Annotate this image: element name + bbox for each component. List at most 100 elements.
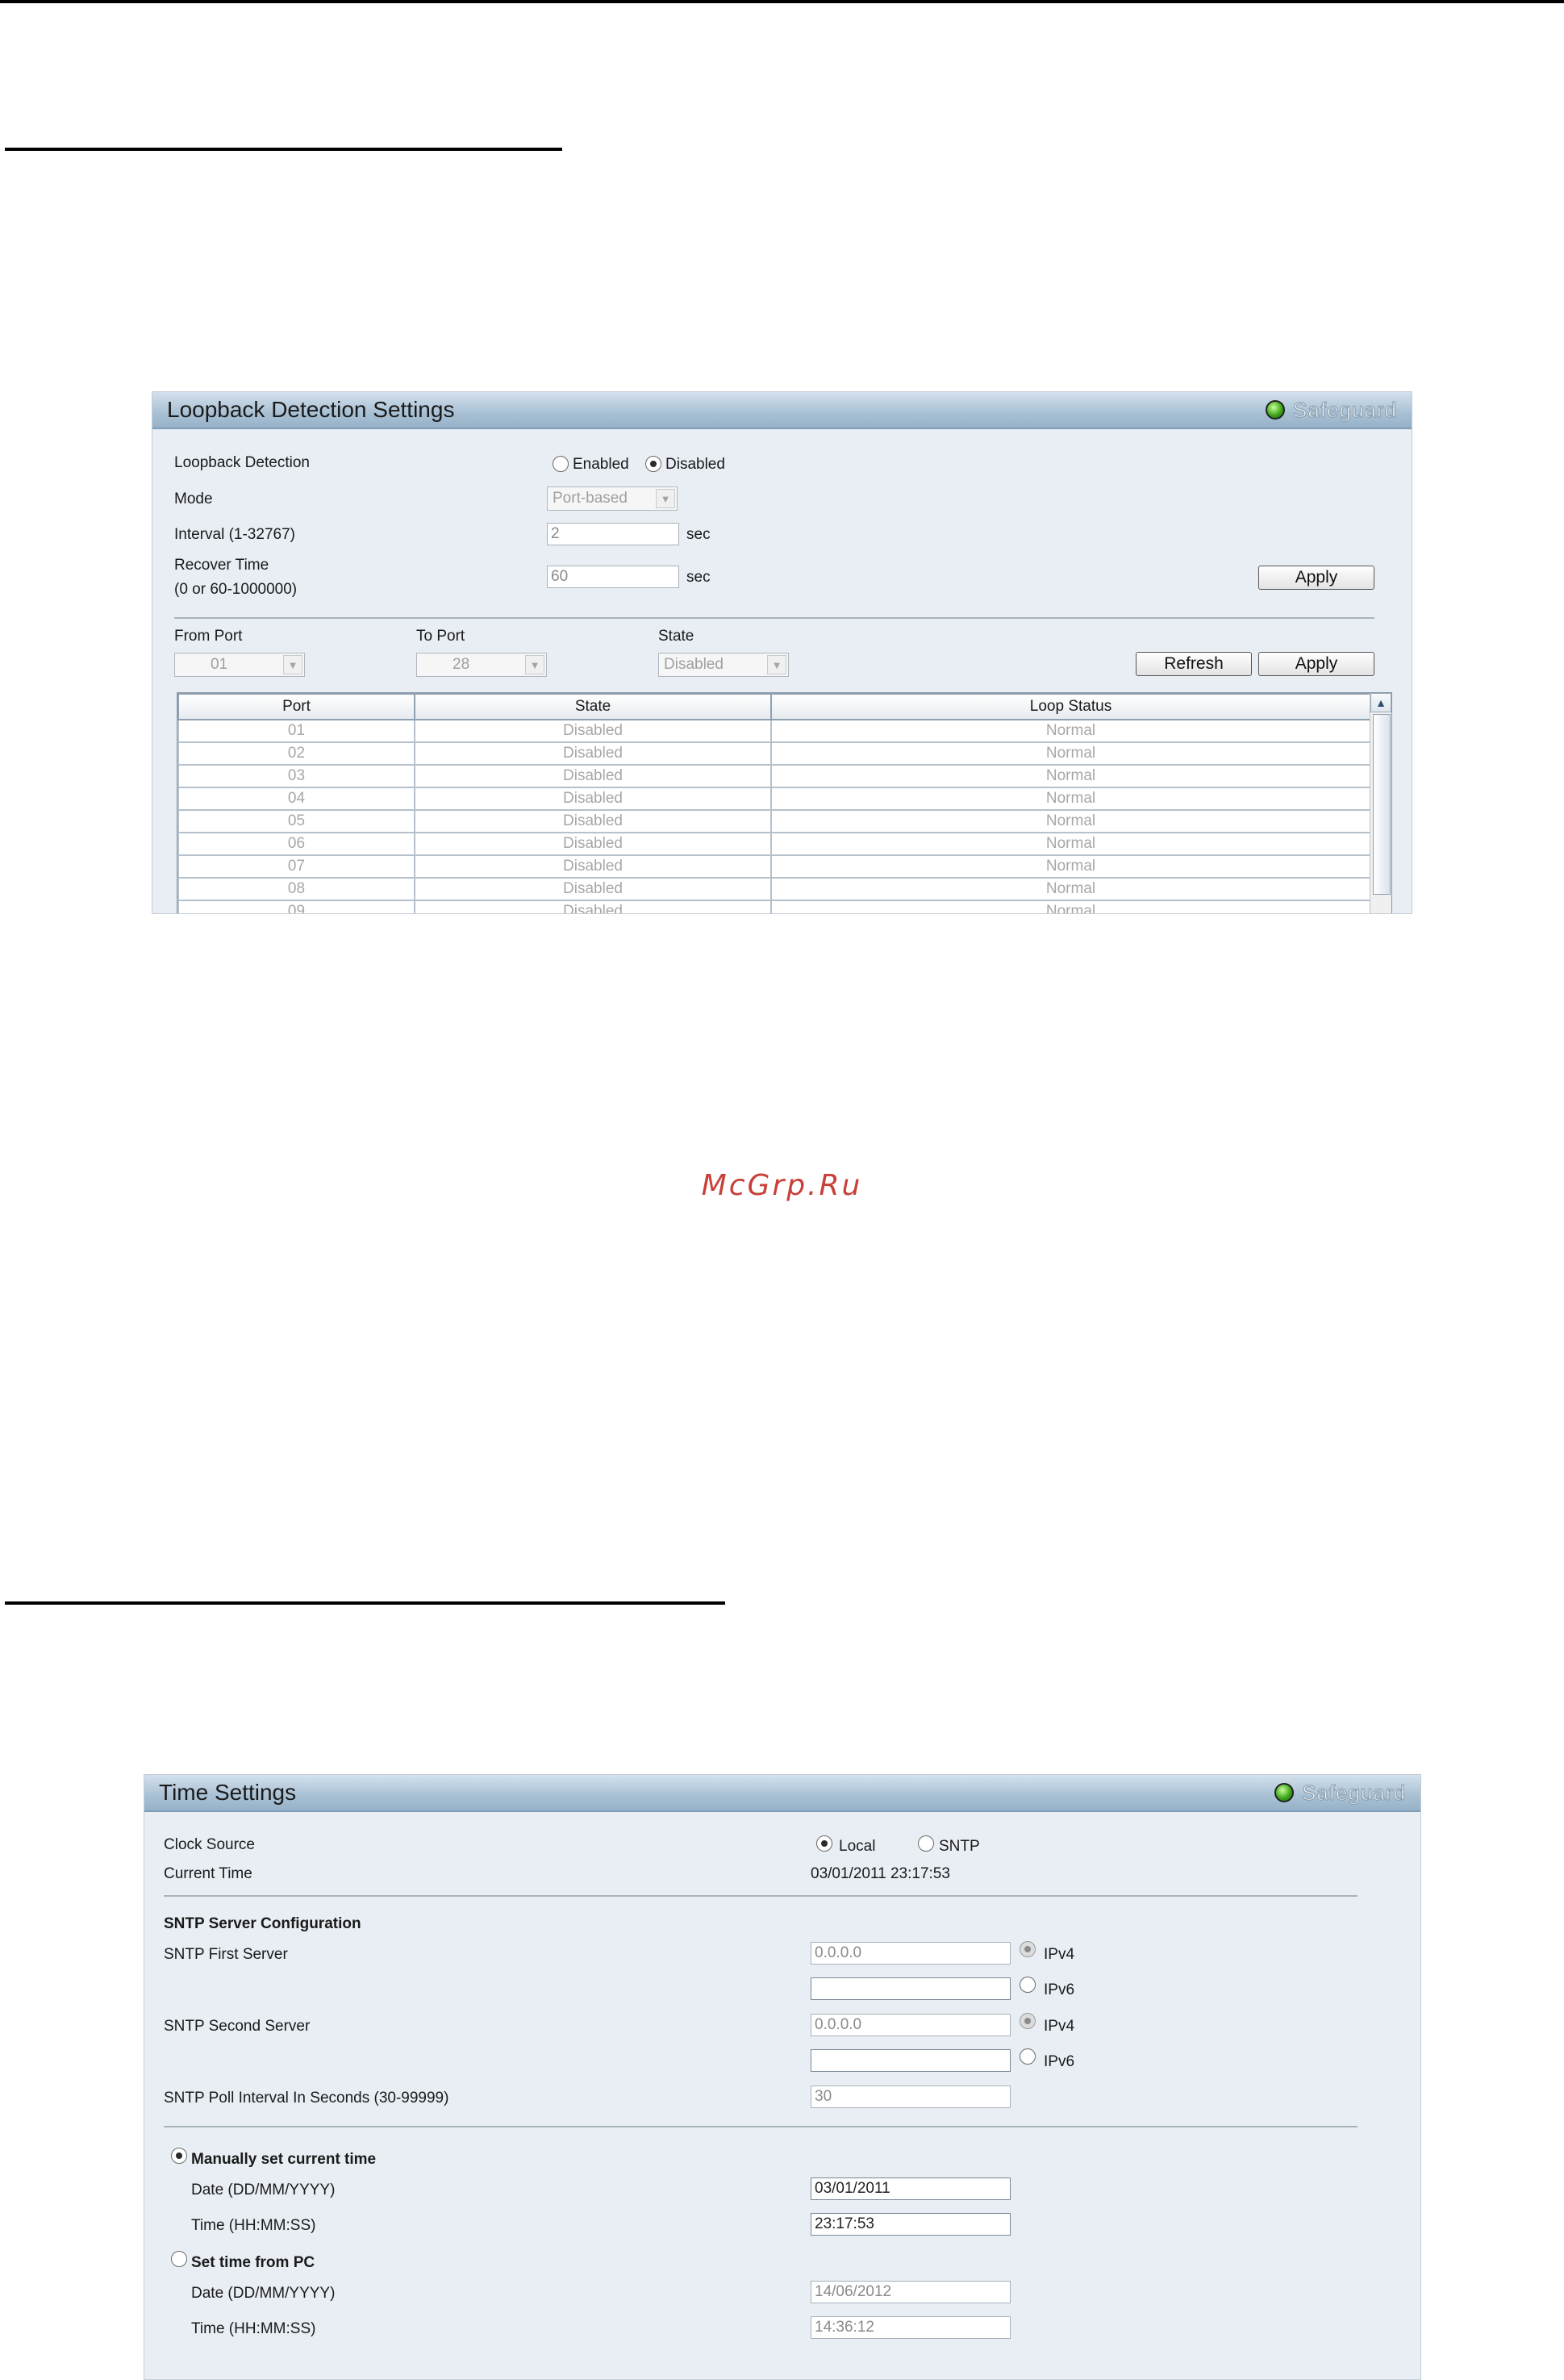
pc-date-label: Date (DD/MM/YYYY)	[191, 2285, 336, 2302]
state-cell: Disabled	[414, 741, 772, 766]
sntp-first-server-label: SNTP First Server	[164, 1946, 288, 1963]
ipv6-label: IPv6	[1044, 2053, 1075, 2070]
port-cell: 02	[177, 741, 415, 766]
loopback-disabled-radio[interactable]	[645, 456, 661, 472]
pc-time-radio[interactable]	[171, 2251, 187, 2267]
divider	[164, 1895, 1358, 1897]
state-cell: Disabled	[414, 719, 772, 743]
interval-unit: sec	[686, 526, 711, 543]
sntp-first-server-ipv6-radio[interactable]	[1020, 1977, 1036, 1993]
pc-date-input[interactable]: 14/06/2012	[811, 2281, 1011, 2303]
recover-time-label: Recover Time	[174, 557, 269, 574]
safeguard-indicator: Safeguard	[1266, 397, 1397, 423]
sntp-poll-interval-input[interactable]: 30	[811, 2086, 1011, 2108]
interval-label: Interval (1-32767)	[174, 526, 295, 543]
safeguard-status-icon	[1266, 400, 1286, 420]
loopback-enabled-radio[interactable]	[553, 456, 569, 472]
manual-time-radio[interactable]	[171, 2148, 187, 2164]
table-row: 03 Disabled Normal	[177, 764, 1371, 788]
safeguard-label: Safeguard	[1301, 1780, 1406, 1805]
loop-status-cell: Normal	[770, 832, 1371, 856]
table-scrollbar[interactable]: ▲	[1370, 693, 1391, 913]
to-port-label: To Port	[416, 628, 465, 645]
panel-title: Loopback Detection Settings	[167, 397, 455, 422]
ipv6-label: IPv6	[1044, 1981, 1075, 1998]
apply-settings-button[interactable]: Apply	[1258, 566, 1374, 590]
pc-time-field-label: Time (HH:MM:SS)	[191, 2320, 316, 2337]
table-row: 02 Disabled Normal	[177, 741, 1371, 766]
mode-select[interactable]: Port-based ▼	[547, 486, 678, 511]
current-time-value: 03/01/2011 23:17:53	[811, 1865, 950, 1882]
manual-time-input[interactable]: 23:17:53	[811, 2213, 1011, 2236]
scrollbar-thumb[interactable]	[1373, 714, 1391, 895]
table-row: 04 Disabled Normal	[177, 787, 1371, 811]
chevron-down-icon: ▼	[525, 655, 544, 674]
state-select[interactable]: Disabled ▼	[658, 653, 789, 677]
loop-status-cell: Normal	[770, 809, 1371, 833]
time-settings-panel: Time Settings Safeguard Clock Source Loc…	[144, 1774, 1421, 2380]
sntp-second-server-ipv6-input[interactable]	[811, 2049, 1011, 2072]
port-cell: 07	[177, 854, 415, 879]
port-table: Port State Loop Status 01 Disabled Normal …	[177, 693, 1371, 913]
state-cell: Disabled	[414, 809, 772, 833]
state-cell: Disabled	[414, 764, 772, 788]
port-cell: 05	[177, 809, 415, 833]
clock-sntp-label: SNTP	[939, 1838, 980, 1855]
loop-status-cell: Normal	[770, 877, 1371, 901]
state-cell: Disabled	[414, 787, 772, 811]
recover-time-unit: sec	[686, 569, 711, 586]
port-cell: 01	[177, 719, 415, 743]
column-header: Loop Status	[770, 693, 1371, 720]
loopback-detection-label: Loopback Detection	[174, 454, 310, 471]
ipv4-label: IPv4	[1044, 1946, 1075, 1963]
from-port-label: From Port	[174, 628, 243, 645]
from-port-select[interactable]: 01 ▼	[174, 653, 305, 677]
from-port-value: 01	[211, 656, 228, 673]
sntp-poll-interval-label: SNTP Poll Interval In Seconds (30-99999)	[164, 2090, 449, 2107]
clock-local-radio[interactable]	[816, 1835, 832, 1852]
chevron-down-icon: ▼	[656, 489, 675, 508]
refresh-button[interactable]: Refresh	[1136, 652, 1252, 676]
divider	[164, 2126, 1358, 2127]
loop-status-cell: Normal	[770, 854, 1371, 879]
ipv4-label: IPv4	[1044, 2018, 1075, 2035]
manual-time-label: Manually set current time	[191, 2151, 377, 2168]
loop-status-cell: Normal	[770, 719, 1371, 743]
loop-status-cell: Normal	[770, 741, 1371, 766]
sntp-second-server-ipv4-radio[interactable]	[1020, 2013, 1036, 2029]
table-row: 08 Disabled Normal	[177, 877, 1371, 901]
port-cell: 09	[177, 900, 415, 913]
safeguard-label: Safeguard	[1292, 397, 1397, 422]
clock-sntp-radio[interactable]	[918, 1835, 934, 1852]
sntp-first-server-ipv4-input[interactable]: 0.0.0.0	[811, 1942, 1011, 1965]
scroll-up-icon[interactable]: ▲	[1370, 693, 1391, 712]
recover-time-input[interactable]: 60	[547, 566, 679, 588]
section-heading-rule-2	[5, 1601, 725, 1605]
manual-date-input[interactable]: 03/01/2011	[811, 2177, 1011, 2200]
sntp-second-server-ipv4-input[interactable]: 0.0.0.0	[811, 2014, 1011, 2036]
interval-input[interactable]: 2	[547, 523, 679, 545]
port-cell: 06	[177, 832, 415, 856]
sntp-first-server-ipv6-input[interactable]	[811, 1977, 1011, 2000]
sntp-second-server-label: SNTP Second Server	[164, 2018, 311, 2035]
table-row: 05 Disabled Normal	[177, 809, 1371, 833]
section-heading-rule-1	[5, 148, 562, 151]
apply-port-button[interactable]: Apply	[1258, 652, 1374, 676]
recover-time-range-label: (0 or 60-1000000)	[174, 581, 298, 598]
manual-date-label: Date (DD/MM/YYYY)	[191, 2182, 336, 2198]
to-port-value: 28	[453, 656, 470, 673]
table-row: 07 Disabled Normal	[177, 854, 1371, 879]
sntp-first-server-ipv4-radio[interactable]	[1020, 1941, 1036, 1957]
panel-header: Time Settings Safeguard	[144, 1775, 1420, 1812]
pc-time-input[interactable]: 14:36:12	[811, 2316, 1011, 2339]
loop-status-cell: Normal	[770, 764, 1371, 788]
port-cell: 08	[177, 877, 415, 901]
table-row: 01 Disabled Normal	[177, 719, 1371, 743]
current-time-label: Current Time	[164, 1865, 252, 1882]
sntp-second-server-ipv6-radio[interactable]	[1020, 2048, 1036, 2065]
column-header: State	[414, 693, 772, 720]
to-port-select[interactable]: 28 ▼	[416, 653, 547, 677]
pc-time-label: Set time from PC	[191, 2254, 315, 2271]
sntp-config-heading: SNTP Server Configuration	[164, 1915, 361, 1932]
manual-time-field-label: Time (HH:MM:SS)	[191, 2217, 316, 2234]
